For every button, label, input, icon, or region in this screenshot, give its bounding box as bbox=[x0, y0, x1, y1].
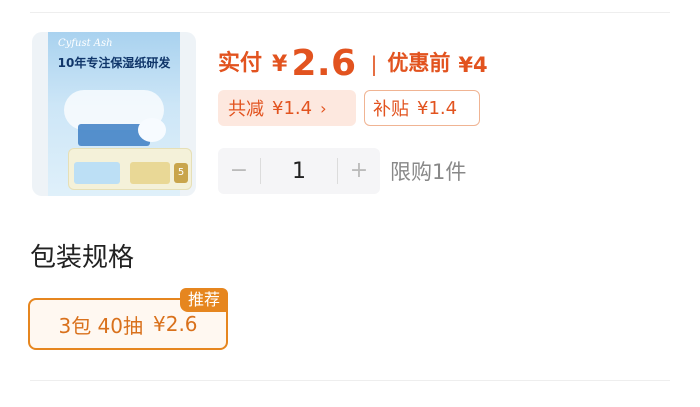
promo-number-badge: 5 bbox=[174, 163, 188, 183]
quantity-value[interactable]: 1 bbox=[261, 159, 337, 184]
spec-option-price: ¥2.6 bbox=[153, 312, 198, 336]
increment-button[interactable]: + bbox=[338, 148, 380, 194]
total-discount-amount: ¥1.4 bbox=[272, 97, 313, 119]
top-divider bbox=[30, 12, 670, 13]
bottom-divider bbox=[30, 380, 670, 381]
spec-section-title: 包装规格 bbox=[30, 243, 135, 273]
promo-card-gold bbox=[130, 162, 170, 184]
recommended-badge: 推荐 bbox=[180, 288, 228, 312]
chevron-right-icon: › bbox=[320, 98, 327, 118]
spec-option-label: 3包 40抽 bbox=[58, 313, 143, 338]
price-row: 实付 ¥ 2.6 | 优惠前 ¥4 bbox=[218, 40, 488, 84]
quantity-stepper: − 1 + bbox=[218, 148, 380, 194]
product-image[interactable]: Cyfust Ash 10年专注保湿纸研发 5 bbox=[32, 32, 196, 196]
decrement-button[interactable]: − bbox=[218, 148, 260, 194]
package-artwork: Cyfust Ash 10年专注保湿纸研发 5 bbox=[48, 32, 192, 196]
total-discount-label: 共减 bbox=[228, 99, 264, 120]
currency-symbol: ¥ bbox=[272, 52, 288, 77]
total-discount-chip[interactable]: 共减 ¥1.4 › bbox=[218, 90, 356, 126]
before-discount-value: ¥4 bbox=[458, 53, 488, 77]
subsidy-label: 补贴 bbox=[373, 99, 409, 120]
subsidy-amount: ¥1.4 bbox=[417, 97, 458, 119]
promo-banner: 5 bbox=[68, 148, 192, 190]
before-discount-label: 优惠前 bbox=[387, 51, 451, 75]
package-headline: 10年专注保湿纸研发 bbox=[57, 56, 171, 70]
promo-card-blue bbox=[74, 162, 120, 184]
price-separator: | bbox=[370, 52, 378, 76]
subsidy-chip: 补贴 ¥1.4 bbox=[364, 90, 480, 126]
polar-bear-graphic bbox=[138, 118, 166, 142]
purchase-limit-text: 限购1件 bbox=[390, 160, 467, 184]
actual-price-value: 2.6 bbox=[291, 43, 357, 84]
actual-price-label: 实付 bbox=[218, 51, 263, 76]
brand-logo-text: Cyfust Ash bbox=[58, 38, 113, 49]
